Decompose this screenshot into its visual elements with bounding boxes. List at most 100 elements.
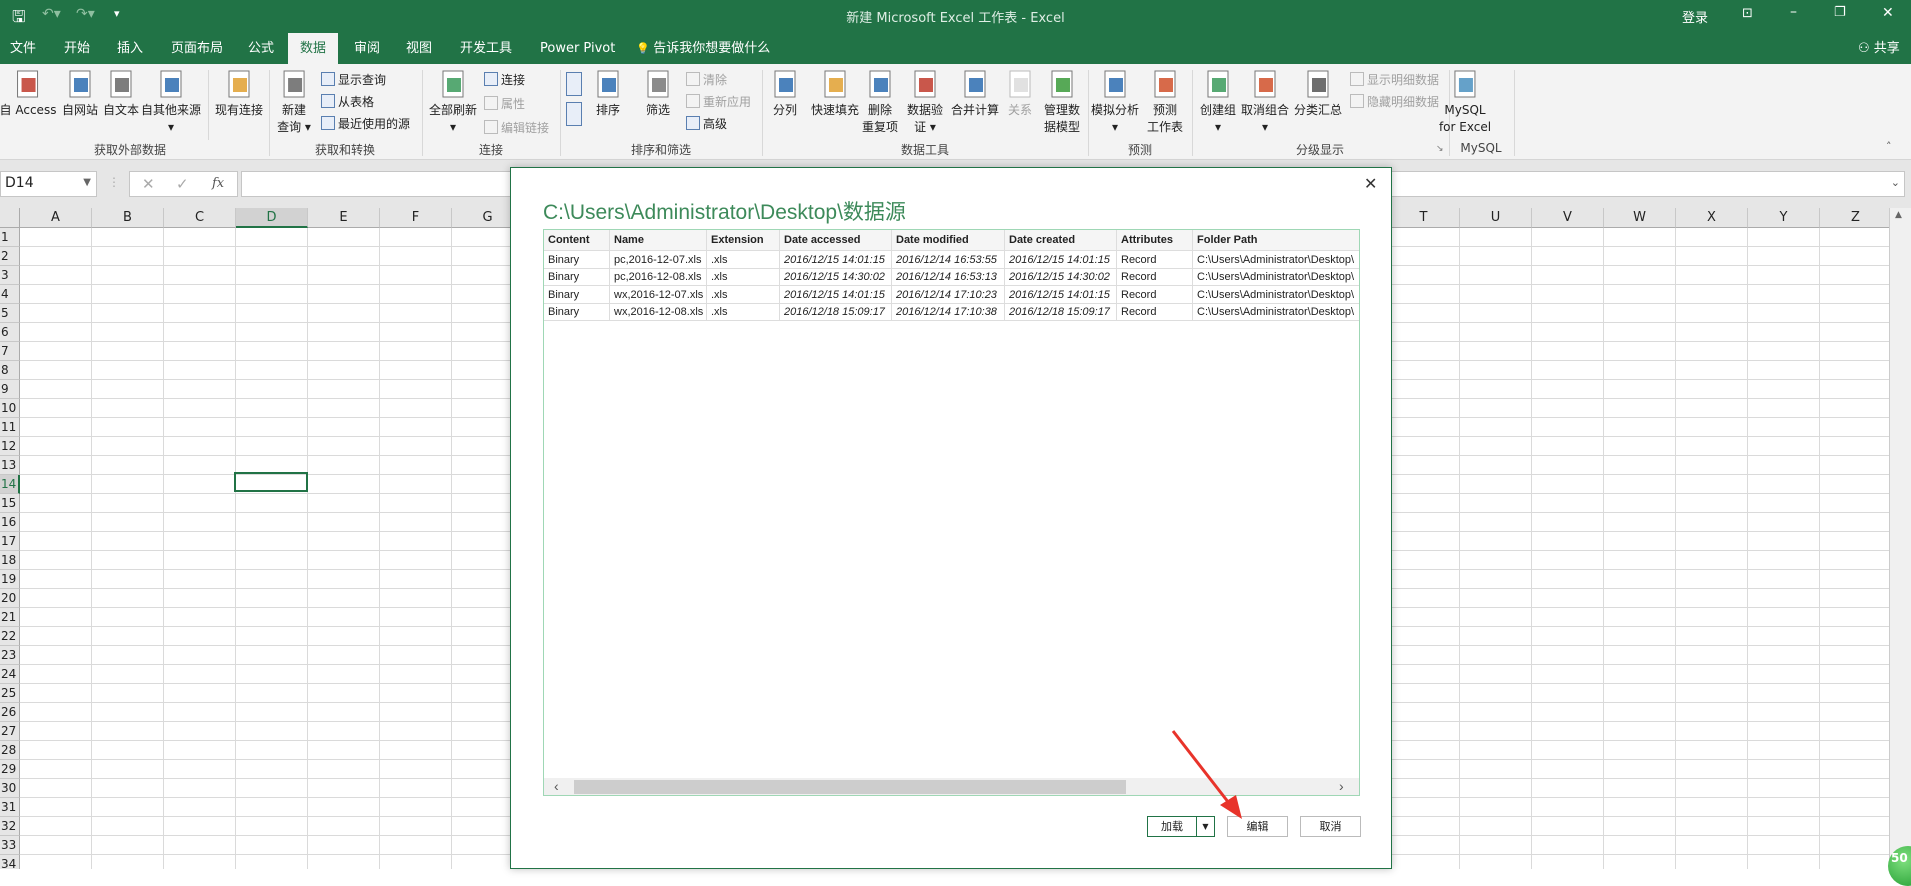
table-cell[interactable]: pc,2016-12-07.xls — [610, 251, 707, 269]
column-header-E[interactable]: E — [308, 208, 380, 228]
column-header-C[interactable]: C — [164, 208, 236, 228]
column-header-U[interactable]: U — [1460, 208, 1532, 228]
ribbon-small-clear-filter[interactable]: 清除 — [686, 70, 727, 90]
row-header[interactable]: 34 — [0, 855, 20, 869]
row-header[interactable]: 7 — [0, 342, 20, 361]
row-header[interactable]: 22 — [0, 627, 20, 646]
select-all-corner[interactable] — [0, 208, 20, 228]
table-cell[interactable]: Binary — [544, 268, 610, 286]
chevron-down-icon[interactable]: ▼ — [83, 177, 91, 188]
ribbon-button-text-file[interactable]: 自文本 — [103, 68, 139, 119]
table-cell[interactable]: Binary — [544, 286, 610, 304]
table-cell[interactable]: 2016/12/18 15:09:17 — [780, 303, 892, 321]
row-header[interactable]: 29 — [0, 760, 20, 779]
row-header[interactable]: 12 — [0, 437, 20, 456]
row-header[interactable]: 32 — [0, 817, 20, 836]
table-cell[interactable]: Record — [1117, 251, 1193, 269]
cancel-button[interactable]: 取消 — [1300, 816, 1361, 837]
name-box[interactable]: D14 ▼ — [0, 171, 97, 197]
row-header[interactable]: 1 — [0, 228, 20, 247]
performance-badge[interactable]: 50 — [1888, 846, 1911, 886]
column-header[interactable]: Name — [610, 230, 707, 251]
row-header[interactable]: 33 — [0, 836, 20, 855]
dialog-launcher-icon[interactable]: ↘ — [1436, 144, 1444, 154]
row-header[interactable]: 24 — [0, 665, 20, 684]
row-header[interactable]: 28 — [0, 741, 20, 760]
ribbon-small-edit-links[interactable]: 编辑链接 — [484, 118, 549, 138]
row-header[interactable]: 2 — [0, 247, 20, 266]
table-cell[interactable]: 2016/12/15 14:30:02 — [1005, 268, 1117, 286]
ribbon-small-advanced-filter[interactable]: 高级 — [686, 114, 727, 134]
table-cell[interactable]: C:\Users\Administrator\Desktop\ — [1193, 268, 1359, 286]
column-header[interactable]: Attributes — [1117, 230, 1193, 251]
table-cell[interactable]: 2016/12/14 17:10:38 — [892, 303, 1005, 321]
tab-2[interactable]: 插入 — [117, 33, 143, 64]
column-header[interactable]: Date accessed — [780, 230, 892, 251]
expand-formula-icon[interactable]: ⌄ — [1891, 176, 1900, 189]
ribbon-small-sort-a-z[interactable] — [566, 72, 585, 96]
ribbon-button-refresh-all[interactable]: 全部刷新 ▾ — [429, 68, 477, 136]
column-header[interactable]: Extension — [707, 230, 780, 251]
tab-8[interactable]: 开发工具 — [460, 33, 512, 64]
row-header[interactable]: 3 — [0, 266, 20, 285]
table-cell[interactable]: 2016/12/15 14:01:15 — [780, 251, 892, 269]
row-header[interactable]: 30 — [0, 779, 20, 798]
enter-icon[interactable]: ✓ — [176, 175, 189, 193]
column-header[interactable]: Folder Path — [1193, 230, 1359, 251]
vertical-scrollbar[interactable]: ▲ — [1889, 208, 1911, 869]
row-header[interactable]: 25 — [0, 684, 20, 703]
table-cell[interactable]: wx,2016-12-08.xls — [610, 303, 707, 321]
restore-icon[interactable]: ❐ — [1834, 5, 1846, 20]
row-header[interactable]: 10 — [0, 399, 20, 418]
table-cell[interactable]: 2016/12/15 14:30:02 — [780, 268, 892, 286]
table-cell[interactable]: 2016/12/15 14:01:15 — [780, 286, 892, 304]
row-header[interactable]: 17 — [0, 532, 20, 551]
insert-function-icon[interactable]: fx — [212, 176, 224, 191]
column-header-T[interactable]: T — [1388, 208, 1460, 228]
column-header[interactable]: Content — [544, 230, 610, 251]
column-header-Z[interactable]: Z — [1820, 208, 1889, 228]
row-header[interactable]: 27 — [0, 722, 20, 741]
tell-me-search[interactable]: 💡 告诉我你想要做什么 — [636, 33, 770, 64]
ribbon-button-new-query[interactable]: 新建 查询 ▾ — [277, 68, 311, 136]
ribbon-button-text-to-columns[interactable]: 分列 — [769, 68, 801, 119]
table-cell[interactable]: Binary — [544, 251, 610, 269]
share-button[interactable]: ⚇ 共享 — [1858, 33, 1900, 64]
scroll-up-icon[interactable]: ▲ — [1895, 210, 1902, 220]
table-cell[interactable]: .xls — [707, 268, 780, 286]
row-header[interactable]: 21 — [0, 608, 20, 627]
ribbon-display-options-icon[interactable]: ⊡ — [1742, 6, 1753, 21]
scrollbar-thumb[interactable] — [574, 780, 1126, 794]
row-header[interactable]: 19 — [0, 570, 20, 589]
tab-6[interactable]: 审阅 — [354, 33, 380, 64]
ribbon-button-flash-fill[interactable]: 快速填充 — [811, 68, 859, 119]
row-header[interactable]: 31 — [0, 798, 20, 817]
table-cell[interactable]: pc,2016-12-08.xls — [610, 268, 707, 286]
ribbon-button-group[interactable]: 创建组 ▾ — [1200, 68, 1236, 136]
table-cell[interactable]: wx,2016-12-07.xls — [610, 286, 707, 304]
ribbon-small-properties[interactable]: 属性 — [484, 94, 525, 114]
table-cell[interactable]: Record — [1117, 268, 1193, 286]
ribbon-small-recent-sources[interactable]: 最近使用的源 — [321, 114, 410, 134]
table-cell[interactable]: .xls — [707, 286, 780, 304]
row-header[interactable]: 20 — [0, 589, 20, 608]
table-cell[interactable]: C:\Users\Administrator\Desktop\ — [1193, 251, 1359, 269]
tab-4[interactable]: 公式 — [248, 33, 274, 64]
ribbon-button-access[interactable]: 自 Access — [0, 68, 56, 119]
table-cell[interactable]: Binary — [544, 303, 610, 321]
ribbon-button-web[interactable]: 自网站 — [62, 68, 98, 119]
row-header[interactable]: 6 — [0, 323, 20, 342]
ribbon-button-relationships[interactable]: 关系 — [1004, 68, 1036, 119]
minimize-icon[interactable]: – — [1790, 4, 1797, 20]
row-header[interactable]: 8 — [0, 361, 20, 380]
table-cell[interactable]: C:\Users\Administrator\Desktop\ — [1193, 303, 1359, 321]
tab-9[interactable]: Power Pivot — [540, 33, 615, 64]
tab-7[interactable]: 视图 — [406, 33, 432, 64]
row-header[interactable]: 4 — [0, 285, 20, 304]
login-link[interactable]: 登录 — [1682, 7, 1708, 26]
table-cell[interactable]: 2016/12/14 16:53:55 — [892, 251, 1005, 269]
tab-0[interactable]: 文件 — [10, 33, 36, 64]
selected-cell[interactable] — [234, 472, 308, 492]
column-header-Y[interactable]: Y — [1748, 208, 1820, 228]
column-header-W[interactable]: W — [1604, 208, 1676, 228]
